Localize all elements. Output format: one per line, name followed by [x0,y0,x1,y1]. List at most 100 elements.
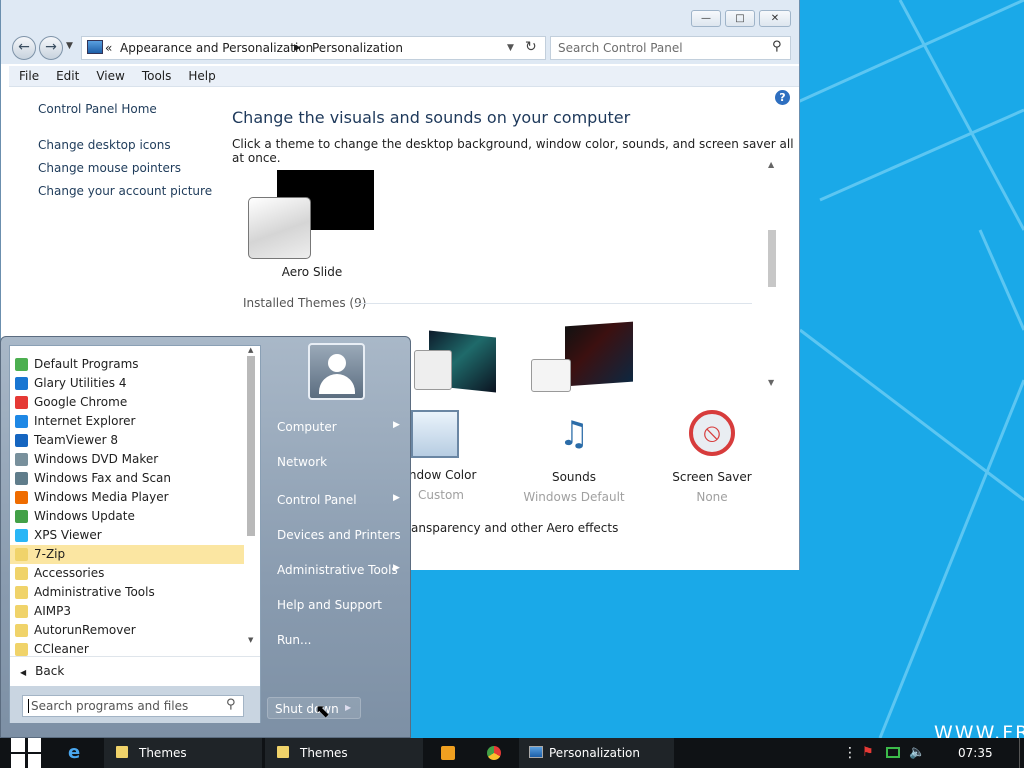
breadcrumb-overflow[interactable]: « [105,41,112,55]
shutdown-button[interactable]: Shut down ▶ [267,697,361,719]
themes-scrollbar[interactable]: ▲ ▼ [764,160,779,392]
programs-scroll-thumb[interactable] [247,356,255,536]
window-color-icon [411,410,459,458]
taskbar-item-themes-1[interactable]: Themes [104,738,262,768]
theme-aero-slide[interactable] [248,170,376,260]
refresh-icon[interactable]: ↻ [525,39,537,55]
recent-pages-chevron-icon[interactable]: ▼ [66,41,73,51]
folder-icon [277,746,289,758]
close-button[interactable]: ✕ [759,10,791,27]
search-input[interactable]: Search Control Panel [558,41,683,55]
show-desktop-button[interactable] [1019,738,1024,768]
back-arrow-icon[interactable]: ← [12,36,36,60]
program-label: Google Chrome [34,395,128,409]
action-center-flag-icon[interactable]: ⚑ [862,738,878,768]
address-field[interactable]: « Appearance and Personalization ▶ Perso… [81,36,546,60]
change-desktop-icons-link[interactable]: Change desktop icons [38,138,171,152]
clock[interactable]: 07:35 [958,738,998,768]
program-icon [15,548,28,561]
program-item[interactable]: TeamViewer 8 [10,431,244,450]
program-item[interactable]: Glary Utilities 4 [10,374,244,393]
programs-scroll-up-icon[interactable]: ▲ [248,346,253,354]
tray-overflow-icon[interactable]: ⋮ [843,738,857,768]
breadcrumb-separator-icon: ▶ [294,43,301,53]
program-item[interactable]: Accessories [10,564,244,583]
start-right-item[interactable]: Control Panel ▶ [277,493,400,507]
menu-file[interactable]: File [9,66,46,83]
sounds-setting[interactable]: ♫ Sounds Windows Default [514,410,634,504]
start-right-item[interactable]: Devices and Printers [277,528,401,542]
start-right-item[interactable]: Help and Support [277,598,382,612]
installed-theme-thumbnail[interactable] [519,321,645,392]
volume-muted-icon[interactable]: 🔈 [909,738,927,768]
internet-explorer-icon[interactable]: e [68,738,96,768]
menu-help[interactable]: Help [178,66,222,83]
media-player-icon[interactable] [441,738,457,768]
start-right-label: Control Panel [277,493,357,507]
program-item[interactable]: AutorunRemover [10,621,244,640]
scroll-down-icon[interactable]: ▼ [768,378,774,387]
change-mouse-pointers-link[interactable]: Change mouse pointers [38,161,181,175]
start-right-item[interactable]: Administrative Tools ▶ [277,563,400,577]
program-item[interactable]: AIMP3 [10,602,244,621]
mouse-cursor-icon: ⬉ [315,701,331,722]
program-item[interactable]: Windows DVD Maker [10,450,244,469]
address-bar: ← → ▼ « Appearance and Personalization ▶… [1,34,799,64]
breadcrumb-personalization[interactable]: Personalization [312,41,403,55]
installed-theme-thumbnail[interactable] [409,330,499,393]
program-item[interactable]: Windows Media Player [10,488,244,507]
screen-saver-setting[interactable]: ⦸ Screen Saver None [657,410,767,504]
title-bar[interactable]: — □ ✕ [1,0,799,34]
change-account-picture-link[interactable]: Change your account picture [38,184,212,198]
shutdown-options-icon[interactable]: ▶ [345,703,351,712]
start-button[interactable] [0,738,55,768]
network-icon[interactable] [886,738,902,768]
maximize-button[interactable]: □ [725,10,755,27]
help-icon[interactable]: ? [775,90,790,105]
program-item[interactable]: Windows Update [10,507,244,526]
program-icon [15,453,28,466]
back-label: Back [35,664,65,678]
back-divider [10,656,260,657]
start-right-label: Run... [277,633,312,647]
back-button[interactable]: ◀ Back [20,664,64,678]
program-item[interactable]: Default Programs [10,355,244,374]
scroll-thumb[interactable] [768,230,776,287]
breadcrumb-appearance[interactable]: Appearance and Personalization [120,41,313,55]
program-item[interactable]: Google Chrome [10,393,244,412]
taskbar-item-personalization[interactable]: Personalization [519,738,674,768]
submenu-arrow-icon: ▶ [393,563,400,573]
personalization-icon [529,746,543,758]
minimize-button[interactable]: — [691,10,721,27]
start-right-label: Administrative Tools [277,563,398,577]
menu-view[interactable]: View [86,66,131,83]
programs-scroll-down-icon[interactable]: ▼ [248,636,253,644]
start-right-item[interactable]: Network [277,455,327,469]
chrome-icon[interactable] [487,738,503,768]
search-programs-field[interactable]: Search programs and files ⚲ [22,695,244,717]
user-avatar[interactable] [308,343,365,400]
program-item[interactable]: Internet Explorer [10,412,244,431]
start-right-item[interactable]: Computer ▶ [277,420,400,434]
control-panel-home-link[interactable]: Control Panel Home [38,102,157,116]
control-panel-icon [87,40,103,54]
menu-tools[interactable]: Tools [132,66,179,83]
sounds-icon: ♫ [558,414,590,454]
menu-edit[interactable]: Edit [46,66,86,83]
search-icon[interactable]: ⚲ [772,39,782,54]
forward-arrow-icon[interactable]: → [39,36,63,60]
search-programs-input[interactable]: Search programs and files [28,699,188,713]
scroll-up-icon[interactable]: ▲ [768,160,774,169]
start-right-item[interactable]: Run... [277,633,311,647]
theme-name: Aero Slide [281,265,343,279]
address-dropdown-icon[interactable]: ▼ [507,43,514,53]
theme-thumb-window [414,350,452,390]
program-item[interactable]: Windows Fax and Scan [10,469,244,488]
installed-themes-header: Installed Themes (9) [243,296,367,310]
program-item[interactable]: 7-Zip [10,545,244,564]
program-item[interactable]: Administrative Tools [10,583,244,602]
search-control-panel[interactable]: Search Control Panel ⚲ [550,36,791,60]
search-icon[interactable]: ⚲ [226,697,236,712]
program-item[interactable]: XPS Viewer [10,526,244,545]
taskbar-item-themes-2[interactable]: Themes [265,738,423,768]
